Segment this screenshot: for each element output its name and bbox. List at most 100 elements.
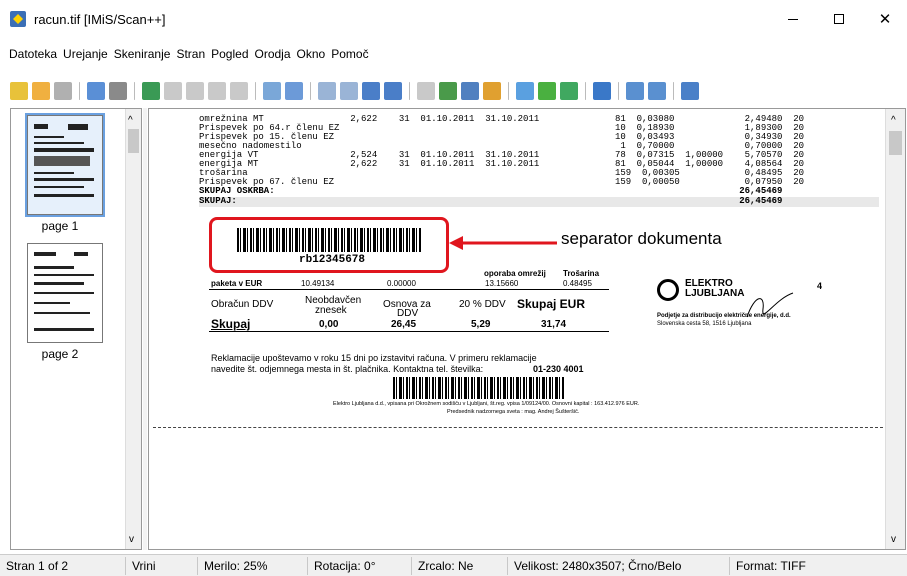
- arrow-up-icon[interactable]: [516, 82, 534, 100]
- menu-datoteka[interactable]: Datoteka: [6, 47, 60, 61]
- page-add-icon[interactable]: [362, 82, 380, 100]
- scroll-up-icon[interactable]: ^: [891, 115, 896, 126]
- document-view[interactable]: omrežnina MT 2,622 31 01.10.2011 31.10.2…: [148, 108, 906, 550]
- thumbnail-scrollbar[interactable]: ^ v: [125, 109, 141, 549]
- paste-icon[interactable]: [208, 82, 226, 100]
- skupaj-label: Skupaj: [211, 317, 251, 331]
- document-scrollbar[interactable]: ^ v: [885, 109, 905, 549]
- osnova-value: 26,45: [391, 319, 417, 330]
- pane-splitter[interactable]: [143, 108, 147, 550]
- save-icon[interactable]: [54, 82, 72, 100]
- elektro-logo-icon: [657, 279, 679, 301]
- scroll-thumb[interactable]: [889, 131, 902, 155]
- thumbnail-page-1[interactable]: [25, 113, 105, 217]
- copy-icon[interactable]: [186, 82, 204, 100]
- menu-urejanje[interactable]: Urejanje: [60, 47, 111, 61]
- status-size: Velikost: 2480x3507; Črno/Belo: [508, 556, 730, 575]
- thumbnail-pane[interactable]: page 1 page 2 ^ v: [10, 108, 142, 550]
- menu-skeniranje[interactable]: Skeniranje: [111, 47, 174, 61]
- zoom-icon[interactable]: [461, 82, 479, 100]
- scan-icon[interactable]: [87, 82, 105, 100]
- fit-page-icon[interactable]: [483, 82, 501, 100]
- toolbar-separator: [585, 82, 586, 100]
- status-format: Format: TIFF: [736, 558, 806, 573]
- rotate-left-icon[interactable]: [318, 82, 336, 100]
- status-rotation: Rotacija: 0°: [308, 556, 412, 575]
- window-title: racun.tif [IMiS/Scan++]: [34, 11, 166, 27]
- logo-text: ELEKTRO LJUBLJANA: [685, 278, 745, 299]
- zoom-in-icon[interactable]: [681, 82, 699, 100]
- arrow-down-icon[interactable]: [538, 82, 556, 100]
- header-oporaba: oporaba omrežij: [484, 269, 546, 278]
- info-icon[interactable]: [593, 82, 611, 100]
- scroll-down-icon[interactable]: v: [891, 534, 896, 545]
- barcode-text: rb12345678: [299, 254, 366, 266]
- app-logo-icon: [10, 11, 26, 27]
- menu-pogled[interactable]: Pogled: [208, 47, 251, 61]
- page-cut-line: [153, 427, 883, 428]
- delete-icon[interactable]: [230, 82, 248, 100]
- scroll-down-icon[interactable]: v: [129, 534, 134, 545]
- divider: [209, 289, 609, 290]
- thumbnail-label: page 2: [41, 347, 79, 361]
- status-mode: Vrini: [126, 556, 198, 575]
- title-bar: racun.tif [IMiS/Scan++] ✕: [0, 0, 907, 38]
- company-line-2: Slovenska cesta 58, 1516 Ljubljana: [657, 321, 752, 327]
- crop-icon[interactable]: [439, 82, 457, 100]
- status-mirror: Zrcalo: Ne: [412, 556, 508, 575]
- page-insert-icon[interactable]: [384, 82, 402, 100]
- minimize-icon: [788, 18, 798, 20]
- scroll-thumb[interactable]: [128, 129, 139, 153]
- footer-line-1: Elektro Ljubljana d.d., vpisana pri Okro…: [333, 401, 640, 407]
- reklamacije-line-1: Reklamacije upoštevamo v roku 15 dni po …: [211, 353, 537, 363]
- thumbnail-page-2[interactable]: [27, 243, 103, 343]
- cut-icon[interactable]: [164, 82, 182, 100]
- toolbar-separator: [79, 82, 80, 100]
- toolbar-separator: [134, 82, 135, 100]
- status-page: Stran 1 of 2: [0, 556, 126, 575]
- document-page: omrežnina MT 2,622 31 01.10.2011 31.10.2…: [149, 109, 885, 549]
- invoice-right-row: 26,45469: [615, 196, 783, 206]
- footer-barcode: [393, 377, 565, 399]
- menu-okno[interactable]: Okno: [294, 47, 329, 61]
- single-page-icon[interactable]: [626, 82, 644, 100]
- menu-pomoc[interactable]: Pomoč: [328, 47, 371, 61]
- status-scale: Merilo: 25%: [198, 556, 308, 575]
- page-number: 4: [817, 281, 823, 291]
- skupaj-eur-label: Skupaj EUR: [517, 297, 586, 311]
- rotate-right-icon[interactable]: [340, 82, 358, 100]
- annotation-label: separator dokumenta: [561, 229, 722, 248]
- ddv-value: 5,29: [471, 319, 491, 330]
- toolbar: [0, 78, 907, 104]
- maximize-icon: [834, 14, 844, 24]
- toolbar-separator: [310, 82, 311, 100]
- neobdavcen-value: 0,00: [319, 319, 339, 330]
- open-folder-icon[interactable]: [32, 82, 50, 100]
- menu-stran[interactable]: Stran: [173, 47, 208, 61]
- select-icon[interactable]: [417, 82, 435, 100]
- scroll-up-icon[interactable]: ^: [128, 115, 133, 126]
- menu-bar: Datoteka Urejanje Skeniranje Stran Pogle…: [0, 44, 372, 64]
- reklamacije-line-2: navedite št. odjemnega mesta in št. plač…: [211, 364, 484, 374]
- toolbar-separator: [618, 82, 619, 100]
- paketa-value: 0.48495: [563, 279, 592, 288]
- new-icon[interactable]: [10, 82, 28, 100]
- export-icon[interactable]: [560, 82, 578, 100]
- print-icon[interactable]: [109, 82, 127, 100]
- import-icon[interactable]: [142, 82, 160, 100]
- znesek-label: znesek: [315, 305, 347, 316]
- pct-ddv-label: 20 % DDV: [459, 299, 506, 310]
- status-bar: Stran 1 of 2 Vrini Merilo: 25% Rotacija:…: [0, 554, 907, 576]
- paketa-value: 10.49134: [301, 279, 335, 288]
- paketa-value: 0.00000: [387, 279, 416, 288]
- paketa-label: paketa v EUR: [211, 279, 263, 288]
- minimize-button[interactable]: [770, 0, 816, 38]
- edit-icon[interactable]: [285, 82, 303, 100]
- menu-orodja[interactable]: Orodja: [252, 47, 294, 61]
- page-settings-icon[interactable]: [263, 82, 281, 100]
- obracun-ddv-label: Obračun DDV: [211, 299, 274, 310]
- two-page-icon[interactable]: [648, 82, 666, 100]
- toolbar-separator: [508, 82, 509, 100]
- close-button[interactable]: ✕: [862, 0, 907, 38]
- maximize-button[interactable]: [816, 0, 862, 38]
